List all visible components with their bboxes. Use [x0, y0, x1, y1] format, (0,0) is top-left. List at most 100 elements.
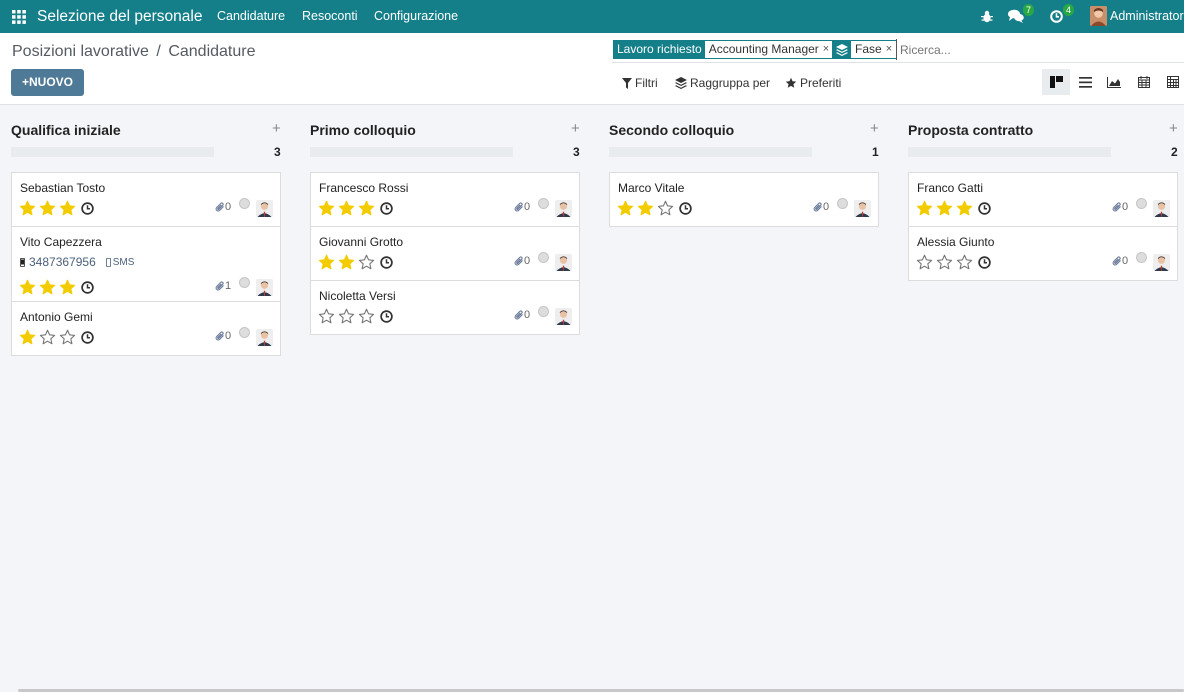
star-filled-icon[interactable] — [338, 200, 355, 216]
kanban-state-icon[interactable] — [1136, 198, 1147, 209]
star-filled-icon[interactable] — [637, 200, 654, 216]
attachment-count[interactable]: 0 — [514, 255, 530, 267]
kanban-state-icon[interactable] — [538, 198, 549, 209]
attachment-count[interactable]: 0 — [514, 201, 530, 213]
attachment-count[interactable]: 0 — [813, 201, 829, 213]
attachment-count[interactable]: 0 — [514, 309, 530, 321]
column-quick-create-icon[interactable]: + — [571, 120, 580, 137]
star-filled-icon[interactable] — [936, 200, 953, 216]
activity-clock-icon[interactable] — [679, 202, 692, 215]
apps-menu-icon[interactable] — [12, 10, 26, 24]
kanban-state-icon[interactable] — [1136, 252, 1147, 263]
user-menu[interactable]: Administrator — [1110, 0, 1184, 33]
candidate-name[interactable]: Marco Vitale — [618, 181, 684, 195]
star-filled-icon[interactable] — [338, 254, 355, 270]
attachment-count[interactable]: 0 — [215, 330, 231, 342]
kanban-state-icon[interactable] — [239, 327, 250, 338]
star-filled-icon[interactable] — [39, 200, 56, 216]
column-title[interactable]: Proposta contratto — [908, 122, 1033, 138]
candidate-name[interactable]: Sebastian Tosto — [20, 181, 105, 195]
activity-clock-icon[interactable] — [380, 202, 393, 215]
menu-resoconti[interactable]: Resoconti — [302, 0, 358, 33]
star-empty-icon[interactable] — [39, 329, 56, 345]
list-view-button[interactable] — [1071, 69, 1099, 95]
column-title[interactable]: Secondo colloquio — [609, 122, 734, 138]
app-title[interactable]: Selezione del personale — [37, 0, 202, 33]
star-filled-icon[interactable] — [318, 254, 335, 270]
filters-button[interactable]: Filtri — [622, 76, 658, 90]
assignee-avatar[interactable] — [555, 200, 572, 217]
star-empty-icon[interactable] — [916, 254, 933, 270]
candidate-name[interactable]: Giovanni Grotto — [319, 235, 403, 249]
activity-clock-icon[interactable] — [978, 202, 991, 215]
star-empty-icon[interactable] — [657, 200, 674, 216]
user-avatar[interactable] — [1090, 6, 1107, 26]
activity-clock-icon[interactable] — [81, 331, 94, 344]
column-title[interactable]: Primo colloquio — [310, 122, 416, 138]
assignee-avatar[interactable] — [256, 279, 273, 296]
assignee-avatar[interactable] — [854, 200, 871, 217]
sms-button[interactable]: SMS — [105, 257, 134, 268]
column-title[interactable]: Qualifica iniziale — [11, 122, 121, 138]
kanban-state-icon[interactable] — [239, 277, 250, 288]
kanban-card[interactable]: Marco Vitale 0 — [609, 172, 879, 227]
activity-clock-icon[interactable] — [380, 256, 393, 269]
kanban-card[interactable]: Francesco Rossi 0 — [310, 172, 580, 227]
star-filled-icon[interactable] — [358, 200, 375, 216]
kanban-card[interactable]: Franco Gatti 0 — [908, 172, 1178, 227]
favorites-button[interactable]: Preferiti — [785, 76, 841, 90]
candidate-name[interactable]: Alessia Giunto — [917, 235, 994, 249]
star-empty-icon[interactable] — [956, 254, 973, 270]
star-empty-icon[interactable] — [358, 308, 375, 324]
star-filled-icon[interactable] — [19, 279, 36, 295]
candidate-name[interactable]: Francesco Rossi — [319, 181, 408, 195]
star-filled-icon[interactable] — [916, 200, 933, 216]
groupby-button[interactable]: Raggruppa per — [675, 76, 770, 90]
breadcrumb-parent[interactable]: Posizioni lavorative — [12, 43, 149, 60]
star-empty-icon[interactable] — [936, 254, 953, 270]
kanban-view-button[interactable] — [1042, 69, 1070, 95]
pivot-view-button[interactable] — [1159, 69, 1184, 95]
star-empty-icon[interactable] — [358, 254, 375, 270]
star-filled-icon[interactable] — [59, 200, 76, 216]
attachment-count[interactable]: 0 — [1112, 255, 1128, 267]
assignee-avatar[interactable] — [1153, 254, 1170, 271]
attachment-count[interactable]: 0 — [1112, 201, 1128, 213]
kanban-state-icon[interactable] — [538, 306, 549, 317]
assignee-avatar[interactable] — [555, 254, 572, 271]
assignee-avatar[interactable] — [256, 200, 273, 217]
kanban-state-icon[interactable] — [239, 198, 250, 209]
activity-clock-icon[interactable] — [380, 310, 393, 323]
candidate-name[interactable]: Franco Gatti — [917, 181, 983, 195]
calendar-view-button[interactable] — [1130, 69, 1158, 95]
star-filled-icon[interactable] — [956, 200, 973, 216]
assignee-avatar[interactable] — [555, 308, 572, 325]
kanban-card[interactable]: Alessia Giunto 0 — [908, 226, 1178, 281]
star-filled-icon[interactable] — [39, 279, 56, 295]
activity-clock-icon[interactable] — [81, 281, 94, 294]
activity-clock-icon[interactable] — [1050, 10, 1063, 23]
star-empty-icon[interactable] — [59, 329, 76, 345]
kanban-card[interactable]: Antonio Gemi 0 — [11, 301, 281, 356]
column-quick-create-icon[interactable]: + — [272, 120, 281, 137]
kanban-card[interactable]: Vito Capezzera 3487367956 SMS 1 — [11, 226, 281, 302]
graph-view-button[interactable] — [1100, 69, 1128, 95]
facet-remove-icon[interactable]: × — [886, 41, 896, 58]
column-quick-create-icon[interactable]: + — [870, 120, 879, 137]
menu-configurazione[interactable]: Configurazione — [374, 0, 458, 33]
star-filled-icon[interactable] — [19, 200, 36, 216]
candidate-name[interactable]: Vito Capezzera — [20, 235, 102, 249]
activity-clock-icon[interactable] — [978, 256, 991, 269]
kanban-state-icon[interactable] — [837, 198, 848, 209]
activity-clock-icon[interactable] — [81, 202, 94, 215]
star-filled-icon[interactable] — [617, 200, 634, 216]
star-filled-icon[interactable] — [19, 329, 36, 345]
assignee-avatar[interactable] — [1153, 200, 1170, 217]
star-filled-icon[interactable] — [59, 279, 76, 295]
star-empty-icon[interactable] — [318, 308, 335, 324]
kanban-card[interactable]: Nicoletta Versi 0 — [310, 280, 580, 335]
menu-candidature[interactable]: Candidature — [217, 0, 285, 33]
star-empty-icon[interactable] — [338, 308, 355, 324]
chat-icon[interactable] — [1008, 9, 1024, 23]
phone-number-link[interactable]: 3487367956 — [29, 255, 96, 269]
